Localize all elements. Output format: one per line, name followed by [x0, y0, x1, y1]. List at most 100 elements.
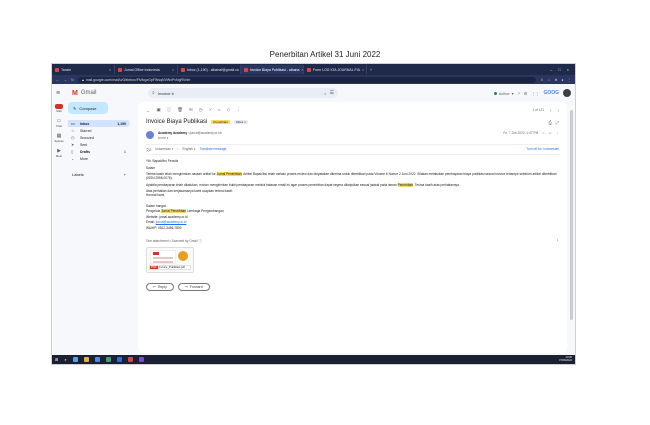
subject-row: Invoice Biaya Publikasi Penerbitan Inbox…: [146, 119, 559, 125]
chrome-icon[interactable]: [127, 357, 133, 362]
report-spam-icon[interactable]: ⓘ: [167, 107, 172, 113]
delete-icon[interactable]: 🗑︎: [177, 107, 183, 113]
close-icon[interactable]: ×: [360, 68, 364, 72]
screenshot-frame: Tanzin × Jurnal Office Indonesia × Inbox (…: [51, 63, 576, 365]
star-icon[interactable]: ☆: [542, 131, 545, 135]
favicon-icon: [118, 67, 122, 72]
highlighted-text: Penerbitan: [397, 182, 414, 187]
apps-grid-icon[interactable]: ⋮⋮: [531, 91, 539, 96]
hamburger-icon[interactable]: ≡: [56, 90, 66, 97]
add-task-icon[interactable]: ✓: [209, 107, 213, 113]
favicon-icon: [55, 67, 59, 72]
status-dropdown[interactable]: Active ▾: [493, 91, 514, 96]
rail-spaces[interactable]: ▦ Spaces: [54, 133, 63, 143]
help-icon[interactable]: ?: [518, 91, 520, 96]
browser-tab[interactable]: Form LOG IOA JOURNAL FIA ×: [304, 65, 367, 74]
inbox-chip[interactable]: Inbox ×: [233, 120, 248, 124]
sidebar-item-drafts[interactable]: ▯ Drafts 1: [68, 148, 130, 155]
menu-dots-icon[interactable]: ⋮: [568, 78, 572, 82]
star-icon[interactable]: ☆: [547, 78, 550, 82]
label-chip[interactable]: Penerbitan: [211, 120, 230, 124]
archive-icon[interactable]: ▣: [157, 107, 161, 113]
add-to-drive-icon[interactable]: ⇩: [556, 238, 559, 243]
move-icon[interactable]: ▹: [218, 107, 220, 113]
forward-icon[interactable]: →: [64, 78, 68, 82]
rail-chat[interactable]: ▭ Chat: [56, 118, 62, 128]
scrollbar[interactable]: [570, 110, 573, 320]
minimize-button[interactable]: –: [550, 67, 552, 72]
forward-button[interactable]: ↪ Forward: [177, 282, 210, 291]
sidebar-item-label: More: [80, 156, 88, 161]
share-icon[interactable]: ⇪: [540, 78, 543, 82]
reply-button[interactable]: ↩ Reply: [146, 282, 174, 291]
open-new-window-icon[interactable]: ⤢: [556, 120, 559, 125]
new-tab-button[interactable]: +: [367, 68, 375, 72]
compose-button[interactable]: ✎ Compose: [68, 102, 108, 114]
pdf-badge: PDF: [150, 265, 158, 269]
browser-tab[interactable]: Inbox (1,190) - albanaf@gmail.co×: [178, 65, 241, 74]
clear-search-icon[interactable]: ×: [324, 91, 326, 96]
translate-to-select[interactable]: English ▾: [182, 147, 195, 152]
browser-tab[interactable]: Tanzin ×: [52, 65, 115, 74]
reload-icon[interactable]: ↻: [71, 78, 74, 82]
browser-icon[interactable]: [94, 357, 100, 362]
more-icon[interactable]: ⋮: [236, 107, 241, 113]
search-icon[interactable]: ⌕: [64, 357, 66, 362]
close-icon[interactable]: ×: [107, 68, 111, 72]
profile-icon[interactable]: ●: [561, 78, 563, 82]
url-input[interactable]: 🔒︎ mail.google.com/mail/u/0/#inbox/FMfcgz…: [77, 76, 537, 83]
task-view-icon[interactable]: [72, 357, 78, 362]
sidebar-item-label: Inbox: [80, 121, 90, 126]
label-icon[interactable]: ◇: [227, 107, 230, 113]
back-arrow-icon[interactable]: ←: [146, 108, 151, 113]
window-controls: – □ ×: [550, 67, 575, 72]
app-icon[interactable]: [138, 357, 144, 362]
search-input[interactable]: ⌕ Invoice b × ☰: [148, 88, 338, 98]
add-label-button[interactable]: +: [124, 172, 126, 177]
close-icon[interactable]: ×: [299, 68, 303, 72]
close-icon[interactable]: ×: [170, 68, 174, 72]
app-name: Gmail: [80, 90, 97, 96]
email-subject: Invoice Biaya Publikasi: [146, 119, 208, 125]
avatar[interactable]: [563, 89, 571, 97]
sidebar-item-sent[interactable]: ➤ Sent: [68, 141, 130, 148]
close-window-button[interactable]: ×: [567, 67, 569, 72]
taskbar-clock[interactable]: 13:06 07/06/2022: [559, 356, 572, 363]
browser-tab-strip: Tanzin × Jurnal Office Indonesia × Inbox (…: [52, 64, 575, 75]
rail-meet[interactable]: ▶ Meet: [56, 148, 62, 158]
sidebar-item-more[interactable]: ⌄ More: [68, 155, 130, 162]
excel-icon[interactable]: [105, 357, 111, 362]
maximize-button[interactable]: □: [558, 67, 560, 72]
favicon-icon: [181, 67, 185, 72]
windows-start-icon[interactable]: ⊞: [55, 357, 58, 362]
filter-icon[interactable]: ☰: [330, 90, 334, 96]
snooze-icon[interactable]: ◷: [199, 107, 203, 113]
next-icon[interactable]: ›: [558, 108, 560, 113]
search-icon[interactable]: ⌕: [152, 90, 155, 96]
settings-icon[interactable]: ⚙: [524, 91, 528, 96]
file-explorer-icon[interactable]: [83, 357, 89, 362]
reply-icon[interactable]: ↩: [549, 131, 552, 135]
translate-link[interactable]: Translate message: [199, 147, 226, 152]
gmail-logo[interactable]: M Gmail: [72, 90, 142, 97]
sidebar-item-inbox[interactable]: ▭ Inbox 1,190: [68, 120, 130, 127]
sidebar-item-starred[interactable]: ☆ Starred: [68, 127, 130, 134]
recipient-line[interactable]: to me ▾: [158, 136, 222, 140]
browser-tab-active[interactable]: Invoice Biaya Publikasi - albana ×: [241, 65, 304, 74]
sidebar-item-snoozed[interactable]: ◷ Snoozed: [68, 134, 130, 141]
lock-icon: 🔒︎: [81, 77, 84, 82]
body-text: Hormat kami,: [146, 193, 165, 197]
turn-off-translate-link[interactable]: Turn off for: Indonesian: [526, 147, 559, 152]
word-icon[interactable]: [116, 357, 122, 362]
attachment-card[interactable]: PDF Invoice_Publikasi.pdf: [146, 246, 194, 273]
more-icon[interactable]: ⋮: [556, 131, 559, 135]
prev-icon[interactable]: ‹: [550, 108, 552, 113]
back-icon[interactable]: ←: [56, 78, 60, 82]
rail-mail[interactable]: Mail: [55, 104, 63, 113]
extensions-icon[interactable]: ✲: [554, 78, 557, 82]
mark-unread-icon[interactable]: ✉: [189, 107, 193, 113]
print-icon[interactable]: ⎙: [549, 120, 552, 125]
translate-from-select[interactable]: Indonesian ▾: [155, 147, 173, 152]
browser-tab[interactable]: Jurnal Office Indonesia ×: [115, 65, 178, 74]
email-link[interactable]: jurnal@academy.or.id: [156, 220, 187, 224]
